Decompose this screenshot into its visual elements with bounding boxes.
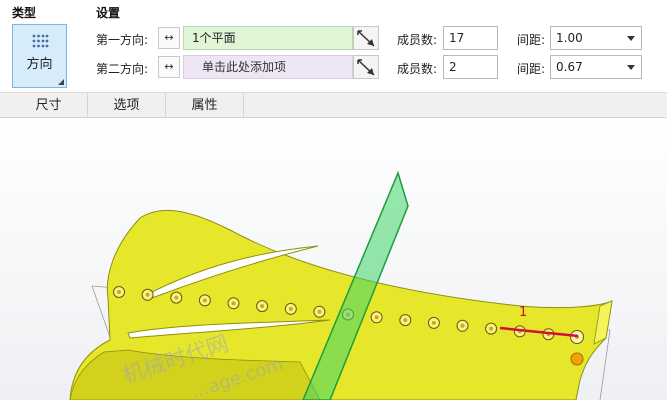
direction1-collector[interactable]: 1个平面: [183, 26, 353, 50]
pattern-hole-center: [117, 290, 121, 294]
pattern-hole-center: [145, 292, 150, 297]
pattern-type-label: 方向: [26, 57, 53, 72]
members2-label: 成员数:: [397, 62, 438, 76]
spacing1-value: 1.00: [556, 31, 583, 45]
dropdown-corner-icon: [58, 79, 64, 85]
tab-options[interactable]: 选项: [88, 93, 166, 118]
pattern-hole-center: [288, 306, 293, 311]
model-canvas: 1: [69, 170, 613, 400]
spacing1-label: 间距:: [517, 33, 546, 47]
direction-pattern-icon: [32, 34, 49, 48]
pattern-dashboard: 类型 方向 设置 第一方向: ↔ 1个平面 成员数: 17 间距: 1.00 第…: [0, 0, 667, 92]
spacing2-value: 0.67: [556, 60, 583, 74]
spacing2-select[interactable]: 0.67: [550, 55, 642, 79]
pattern-hole-center: [374, 315, 379, 320]
settings-section-title: 设置: [96, 6, 121, 20]
spacing2-label: 间距:: [517, 62, 546, 76]
tab-dimensions[interactable]: 尺寸: [10, 93, 88, 118]
pattern-type-direction-button[interactable]: 方向: [12, 24, 67, 88]
flip-direction-icon: [357, 30, 375, 47]
direction2-label: 第二方向:: [96, 62, 149, 76]
chevron-down-icon: [627, 36, 635, 41]
direction2-collector[interactable]: 单击此处添加项: [183, 55, 353, 79]
pattern-index-label: 1: [519, 305, 527, 320]
direction1-both-arrows-icon[interactable]: ↔: [158, 27, 180, 49]
pattern-hole-center: [403, 318, 408, 323]
members2-input[interactable]: 2: [443, 55, 498, 79]
members1-input[interactable]: 17: [443, 26, 498, 50]
pattern-hole-center: [260, 304, 265, 309]
pattern-hole-center: [231, 301, 236, 306]
flip-direction-icon: [357, 59, 375, 76]
pattern-hole-center: [317, 309, 322, 314]
pattern-hole-center: [174, 295, 179, 300]
direction1-label: 第一方向:: [96, 33, 149, 47]
dashboard-tabs: 尺寸 选项 属性: [0, 92, 667, 118]
direction1-flip-button[interactable]: [353, 26, 379, 50]
type-section-title: 类型: [12, 6, 37, 20]
pattern-hole-center: [202, 298, 207, 303]
members1-label: 成员数:: [397, 33, 438, 47]
pattern-hole-center: [460, 323, 465, 328]
pattern-hole-center: [489, 326, 494, 331]
direction2-both-arrows-icon[interactable]: ↔: [158, 56, 180, 78]
drag-handle[interactable]: [570, 352, 584, 366]
direction2-flip-button[interactable]: [353, 55, 379, 79]
pattern-hole-center: [431, 320, 436, 325]
spacing1-select[interactable]: 1.00: [550, 26, 642, 50]
chevron-down-icon: [627, 65, 635, 70]
tab-properties[interactable]: 属性: [166, 93, 244, 118]
graphics-viewport[interactable]: 1 机械时代网 ...age.com: [0, 118, 667, 400]
